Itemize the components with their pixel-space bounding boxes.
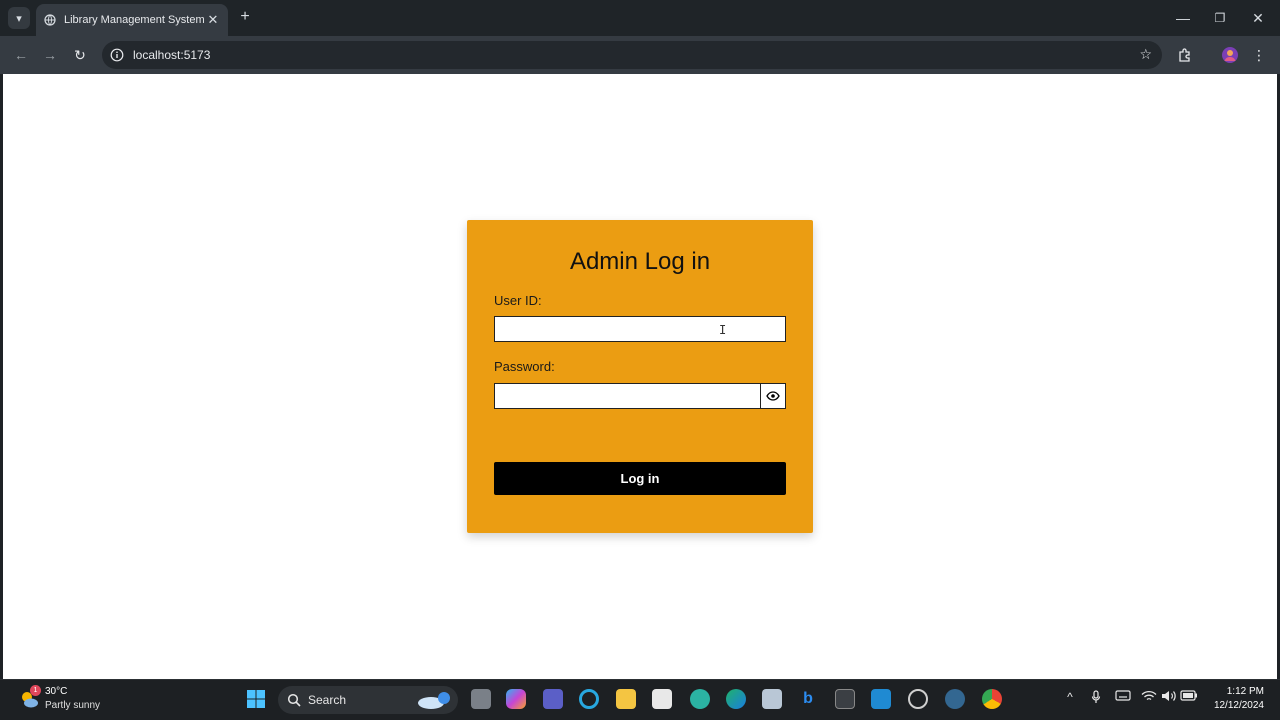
search-label: Search <box>308 693 347 707</box>
windows-start-icon[interactable] <box>246 689 266 709</box>
profile-avatar-icon[interactable] <box>1220 45 1240 65</box>
reload-icon[interactable]: ↻ <box>70 45 90 65</box>
screen: ▾ Library Management System ✕ + — ❐ ✕ ← … <box>0 0 1280 720</box>
wifi-icon[interactable] <box>1140 690 1158 705</box>
microsoft-store-icon[interactable] <box>652 689 672 709</box>
tab-close-icon[interactable]: ✕ <box>206 12 220 28</box>
window-close-button[interactable]: ✕ <box>1248 8 1268 28</box>
bing-icon[interactable]: b <box>798 689 818 709</box>
password-input[interactable] <box>494 383 761 409</box>
chrome-browser-icon[interactable] <box>982 689 1002 709</box>
terminal-icon[interactable] <box>835 689 855 709</box>
password-label: Password: <box>494 359 555 374</box>
extensions-puzzle-icon[interactable] <box>1175 45 1195 65</box>
show-hidden-icons-chevron-icon[interactable]: ^ <box>1061 690 1079 704</box>
file-explorer-icon[interactable] <box>616 689 636 709</box>
user-id-label: User ID: <box>494 293 542 308</box>
weather-notification-badge: 1 <box>30 685 41 696</box>
vscode-icon[interactable] <box>871 689 891 709</box>
address-bar[interactable]: localhost:5173 ☆ <box>102 41 1162 69</box>
login-button[interactable]: Log in <box>494 462 786 495</box>
login-title: Admin Log in <box>569 248 711 275</box>
text-cursor-icon: I <box>719 323 727 337</box>
user-id-input[interactable] <box>494 316 786 342</box>
site-info-icon[interactable] <box>110 48 124 62</box>
back-arrow-icon[interactable]: ← <box>11 45 31 65</box>
postgres-elephant-icon[interactable] <box>945 689 965 709</box>
copilot-icon[interactable] <box>506 689 526 709</box>
browser-menu-kebab-icon[interactable]: ⋮ <box>1249 45 1269 65</box>
browser-toolbar: ← → ↻ localhost:5173 ☆ ⋮ <box>0 36 1280 74</box>
address-url: localhost:5173 <box>133 48 211 62</box>
microphone-icon[interactable] <box>1087 690 1105 707</box>
taskbar-search-box[interactable]: Search <box>278 686 458 714</box>
forward-arrow-icon[interactable]: → <box>40 45 60 65</box>
login-card: Admin Log in User ID: I Password: Log in <box>467 220 813 533</box>
show-password-button[interactable] <box>760 383 786 409</box>
eye-icon <box>766 391 780 401</box>
search-highlight-icon <box>418 692 450 709</box>
tab-title: Library Management System <box>64 14 205 26</box>
task-view-icon[interactable] <box>471 689 491 709</box>
clock-time[interactable]: 1:12 PM <box>1216 686 1264 697</box>
photos-app-icon[interactable] <box>762 689 782 709</box>
cortana-circle-icon[interactable] <box>579 689 599 709</box>
github-desktop-icon[interactable] <box>908 689 928 709</box>
bookmark-star-icon[interactable]: ☆ <box>1139 46 1152 63</box>
keyboard-icon[interactable] <box>1114 690 1132 704</box>
edge-browser-icon[interactable] <box>726 689 746 709</box>
web-page: Admin Log in User ID: I Password: Log in <box>3 74 1277 679</box>
search-icon <box>287 693 301 707</box>
store-notification-app-icon[interactable] <box>690 689 710 709</box>
weather-condition[interactable]: Partly sunny <box>45 700 100 711</box>
battery-charging-icon[interactable] <box>1180 690 1198 704</box>
windows-taskbar: 1 30°C Partly sunny Search b ^ 1:12 PM 1… <box>0 679 1280 720</box>
globe-icon <box>44 14 56 26</box>
teams-icon[interactable] <box>543 689 563 709</box>
window-restore-button[interactable]: ❐ <box>1210 8 1230 28</box>
window-minimize-button[interactable]: — <box>1173 8 1193 28</box>
new-tab-button[interactable]: + <box>236 8 254 26</box>
volume-icon[interactable] <box>1160 690 1178 705</box>
weather-temperature[interactable]: 30°C <box>45 686 67 697</box>
clock-date[interactable]: 12/12/2024 <box>1206 700 1264 711</box>
browser-tab-active[interactable]: Library Management System ✕ <box>36 4 228 36</box>
tab-search-chevron-icon[interactable]: ▾ <box>8 7 30 29</box>
browser-tab-bar: ▾ Library Management System ✕ + — ❐ ✕ <box>0 0 1280 36</box>
